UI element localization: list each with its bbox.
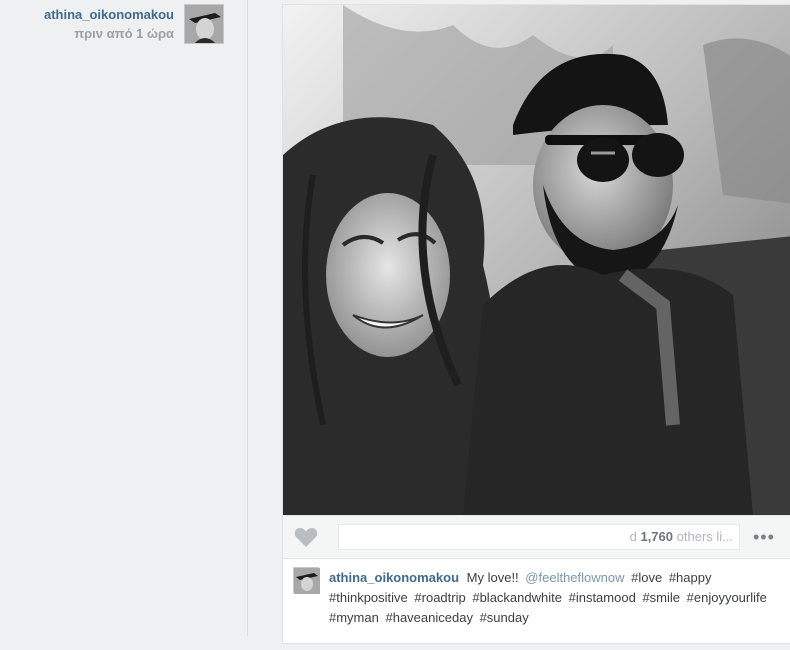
- post-author-info: athina_oikonomakou πριν από 1 ώρα: [0, 6, 174, 42]
- hashtag[interactable]: #haveaniceday: [385, 610, 472, 625]
- post-timestamp[interactable]: πριν από 1 ώρα: [0, 25, 174, 42]
- author-username[interactable]: athina_oikonomakou: [0, 6, 174, 23]
- post-action-bar: d 1,760 others li... •••: [283, 515, 790, 559]
- hashtag[interactable]: #smile: [642, 590, 680, 605]
- ellipsis-icon: •••: [753, 527, 775, 547]
- like-button[interactable]: [293, 524, 319, 550]
- likes-count: 1,760: [640, 529, 674, 544]
- author-avatar[interactable]: [184, 4, 224, 44]
- post-caption: athina_oikonomakou My love!! @feeltheflo…: [283, 560, 790, 650]
- hashtag[interactable]: #blackandwhite: [472, 590, 562, 605]
- photo-image: [283, 5, 790, 515]
- heart-icon: [294, 527, 318, 547]
- hashtag[interactable]: #myman: [329, 610, 379, 625]
- caption-avatar[interactable]: [293, 567, 320, 594]
- caption-mention[interactable]: @feeltheflownow: [525, 570, 624, 585]
- hashtag[interactable]: #enjoyyourlife: [687, 590, 767, 605]
- post-photo[interactable]: [283, 5, 790, 515]
- post-card: d 1,760 others li... ••• athina_oikonoma…: [282, 4, 790, 644]
- left-column: athina_oikonomakou πριν από 1 ώρα: [0, 0, 247, 636]
- hashtag[interactable]: #sunday: [480, 610, 529, 625]
- caption-username[interactable]: athina_oikonomakou: [329, 570, 459, 585]
- hashtag[interactable]: #roadtrip: [414, 590, 465, 605]
- caption-text: athina_oikonomakou My love!! @feeltheflo…: [329, 568, 790, 628]
- avatar-image: [185, 5, 223, 43]
- likes-summary[interactable]: d 1,760 others li...: [338, 524, 740, 550]
- hashtag[interactable]: #thinkpositive: [329, 590, 408, 605]
- caption-body: My love!!: [466, 570, 519, 585]
- hashtag[interactable]: #happy: [669, 570, 712, 585]
- likes-prefix: d: [629, 529, 637, 544]
- more-options-button[interactable]: •••: [753, 528, 783, 546]
- likes-suffix: others li...: [676, 529, 733, 544]
- hashtag[interactable]: #love: [631, 570, 662, 585]
- hashtag[interactable]: #instamood: [569, 590, 636, 605]
- avatar-image: [294, 568, 320, 594]
